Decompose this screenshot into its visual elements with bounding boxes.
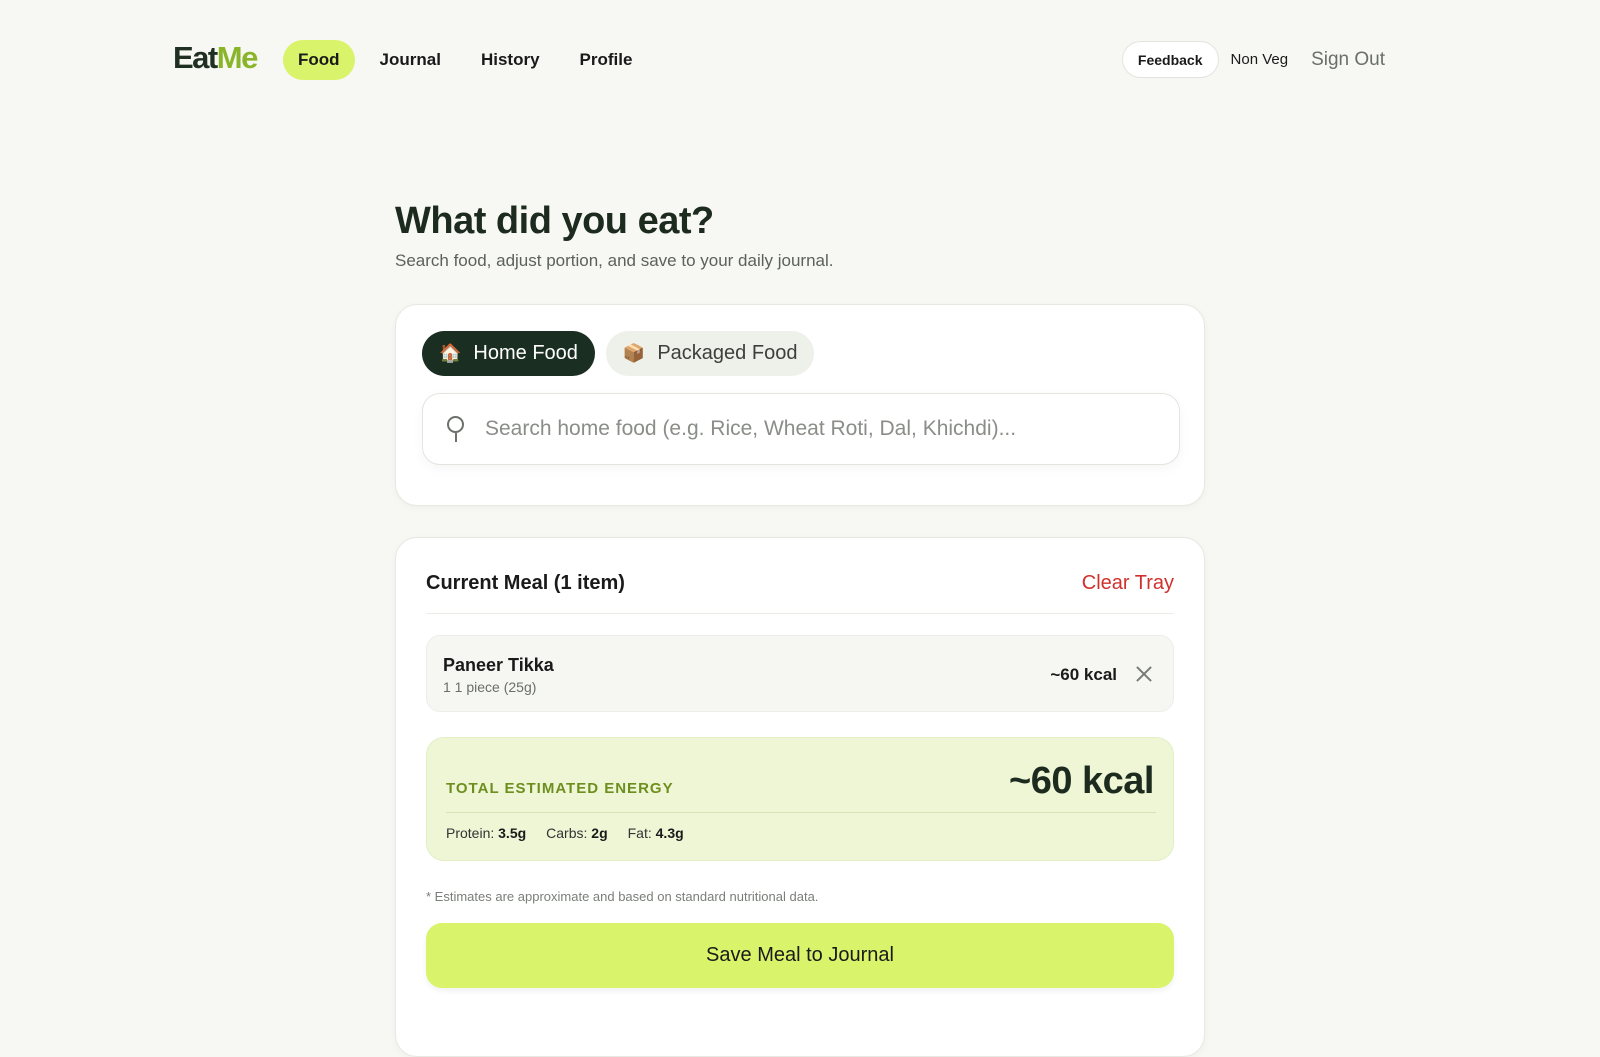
meal-item: Paneer Tikka 1 1 piece (25g) ~60 kcal [426, 635, 1174, 712]
meal-item-kcal: ~60 kcal [1050, 665, 1117, 684]
macro-protein: Protein: 3.5g [446, 825, 527, 841]
meal-item-portion: 1 1 piece (25g) [443, 679, 537, 695]
macro-carbs-value: 2g [591, 825, 608, 841]
feedback-button[interactable]: Feedback [1121, 41, 1219, 78]
meal-header: Current Meal (1 item) Clear Tray [426, 572, 1174, 614]
current-meal-card: Current Meal (1 item) Clear Tray Paneer … [395, 537, 1205, 1057]
tab-home-food-label: Home Food [473, 342, 578, 364]
estimate-disclaimer: * Estimates are approximate and based on… [426, 889, 819, 904]
top-navigation: EatMe Food Journal History Profile Feedb… [0, 0, 1600, 120]
food-search-box [422, 393, 1180, 465]
tab-packaged-food[interactable]: 📦 Packaged Food [605, 331, 815, 376]
food-search-card: 🏠 Home Food 📦 Packaged Food [395, 304, 1205, 506]
main-nav: Food Journal History Profile [283, 40, 657, 80]
energy-summary: TOTAL ESTIMATED ENERGY ~60 kcal Protein:… [426, 737, 1174, 861]
meal-title: Current Meal (1 item) [426, 572, 625, 594]
sign-out-link[interactable]: Sign Out [1311, 49, 1385, 71]
energy-total-value: ~60 kcal [1009, 760, 1154, 802]
macro-carbs: Carbs: 2g [546, 825, 608, 841]
clear-tray-button[interactable]: Clear Tray [1082, 572, 1174, 595]
house-icon: 🏠 [439, 343, 462, 363]
energy-divider [446, 812, 1156, 813]
nav-actions: Feedback Non Veg Sign Out [1121, 41, 1385, 78]
energy-label: TOTAL ESTIMATED ENERGY [446, 780, 674, 797]
macro-protein-value: 3.5g [498, 825, 527, 841]
close-icon[interactable] [1135, 665, 1153, 683]
main-content: What did you eat? Search food, adjust po… [395, 200, 1205, 1057]
logo-text-eat: Eat [173, 40, 218, 75]
page-subtitle: Search food, adjust portion, and save to… [395, 251, 834, 270]
nav-item-journal[interactable]: Journal [365, 40, 456, 80]
nav-item-food[interactable]: Food [283, 40, 355, 80]
food-search-input[interactable] [485, 399, 1179, 459]
macro-fat-value: 4.3g [655, 825, 684, 841]
diet-preference-toggle[interactable]: Non Veg [1231, 51, 1289, 68]
logo-text-me: Me [216, 40, 259, 75]
nav-item-profile[interactable]: Profile [565, 40, 648, 80]
nav-item-history[interactable]: History [466, 40, 555, 80]
tab-packaged-food-label: Packaged Food [657, 342, 798, 364]
page-title: What did you eat? [395, 200, 714, 242]
macros-row: Protein: 3.5g Carbs: 2g Fat: 4.3g [446, 825, 704, 841]
meal-item-name: Paneer Tikka [443, 655, 554, 675]
food-type-tabs: 🏠 Home Food 📦 Packaged Food [422, 331, 825, 376]
save-meal-button[interactable]: Save Meal to Journal [426, 923, 1174, 988]
macro-fat: Fat: 4.3g [627, 825, 684, 841]
eatme-logo[interactable]: EatMe [173, 40, 259, 76]
package-icon: 📦 [622, 343, 646, 363]
search-icon [445, 415, 469, 443]
tab-home-food[interactable]: 🏠 Home Food [422, 331, 595, 376]
